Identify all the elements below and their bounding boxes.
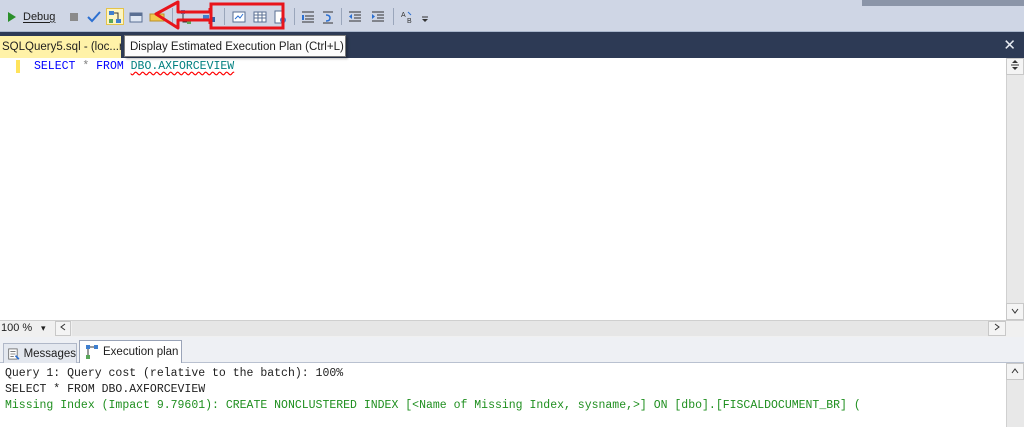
comment-button[interactable] [300, 8, 316, 25]
increase-indent-button[interactable] [370, 8, 386, 25]
uncomment-icon [323, 11, 333, 23]
results-to-file-button[interactable] [271, 8, 289, 25]
live-query-stats-button[interactable] [200, 8, 218, 25]
editor-vertical-scrollbar[interactable] [1006, 58, 1024, 320]
unsaved-change-marker [16, 60, 20, 73]
chevron-up-icon [1011, 368, 1019, 374]
horizontal-scroll-track[interactable] [72, 321, 988, 336]
stop-button[interactable] [66, 8, 82, 25]
code-line[interactable]: SELECT * FROM DBO.AXFORCEVIEW [34, 59, 234, 75]
scroll-down-button[interactable] [1006, 303, 1024, 320]
results-to-grid-button[interactable] [251, 8, 269, 25]
split-arrows-icon [1011, 60, 1019, 70]
specify-values-icon: AB [401, 11, 412, 25]
live-stats-icon [203, 14, 215, 22]
toolbar-separator [224, 8, 225, 25]
chevron-down-icon[interactable]: ▾ [41, 321, 46, 336]
results-to-file-icon [274, 10, 286, 23]
display-estimated-plan-button[interactable] [106, 8, 124, 25]
intellisense-button[interactable] [148, 8, 166, 25]
include-actual-plan-button[interactable] [178, 8, 194, 25]
query-cost-line: Query 1: Query cost (relative to the bat… [5, 367, 344, 380]
chevron-left-icon [60, 323, 66, 331]
svg-text:B: B [407, 18, 412, 25]
tab-execution-plan[interactable]: Execution plan [79, 340, 182, 363]
keyword-select: SELECT [34, 60, 76, 73]
document-tab-sqlquery5[interactable]: SQLQuery5.sql - (loc...ro [0, 36, 121, 58]
chevron-right-icon [994, 323, 1000, 331]
svg-text:A: A [401, 12, 406, 19]
actual-plan-icon [181, 9, 191, 24]
debug-button[interactable]: Debug [4, 8, 62, 25]
chevron-down-icon [1011, 308, 1019, 314]
toolbar-overflow-button[interactable] [419, 8, 431, 25]
toolbar-edge [862, 0, 1024, 6]
tab-execution-plan-label: Execution plan [103, 346, 179, 358]
debug-label: Debug [23, 10, 56, 23]
query-editor[interactable] [0, 58, 1006, 320]
decrease-indent-button[interactable] [347, 8, 363, 25]
client-stats-icon [232, 11, 246, 22]
client-statistics-button[interactable] [230, 8, 248, 25]
uncomment-button[interactable] [320, 8, 336, 25]
toolbar-separator [172, 8, 173, 25]
execution-plan-icon [86, 345, 98, 359]
execution-plan-icon [109, 10, 121, 23]
specify-values-button[interactable]: AB [399, 8, 417, 25]
close-icon[interactable]: ✕ [1003, 37, 1016, 55]
tab-messages[interactable]: Messages [3, 343, 77, 363]
tab-messages-label: Messages [23, 347, 76, 360]
chevron-down-icon [422, 16, 428, 22]
scroll-left-button[interactable] [55, 321, 71, 336]
checkmark-icon [87, 10, 101, 22]
tooltip: Display Estimated Execution Plan (Ctrl+L… [124, 35, 346, 57]
increase-indent-icon [372, 11, 384, 21]
toolbar-separator [393, 8, 394, 25]
parse-button[interactable] [86, 8, 102, 25]
plan-text: Query 1: Query cost (relative to the bat… [5, 366, 861, 414]
keyword-from: FROM [96, 60, 124, 73]
comment-icon [302, 11, 314, 22]
star-operator: * [82, 60, 90, 73]
query-statement-line: SELECT * FROM DBO.AXFORCEVIEW [5, 383, 206, 396]
results-to-grid-icon [253, 11, 267, 22]
toolbar-separator [341, 8, 342, 25]
object-name: DBO.AXFORCEVIEW [130, 60, 235, 73]
results-scroll-up-button[interactable] [1006, 363, 1024, 380]
toolbar-separator [294, 8, 295, 25]
query-designer-icon [129, 12, 143, 22]
scroll-up-button[interactable] [1006, 58, 1024, 75]
missing-index-hint[interactable]: Missing Index (Impact 9.79601): CREATE N… [5, 398, 861, 414]
messages-icon [8, 347, 20, 360]
query-designer-button[interactable] [128, 8, 144, 25]
intellisense-icon [149, 13, 165, 21]
play-icon [8, 11, 16, 22]
decrease-indent-icon [349, 11, 361, 21]
scroll-right-button[interactable] [988, 321, 1006, 336]
stop-icon [70, 12, 78, 21]
